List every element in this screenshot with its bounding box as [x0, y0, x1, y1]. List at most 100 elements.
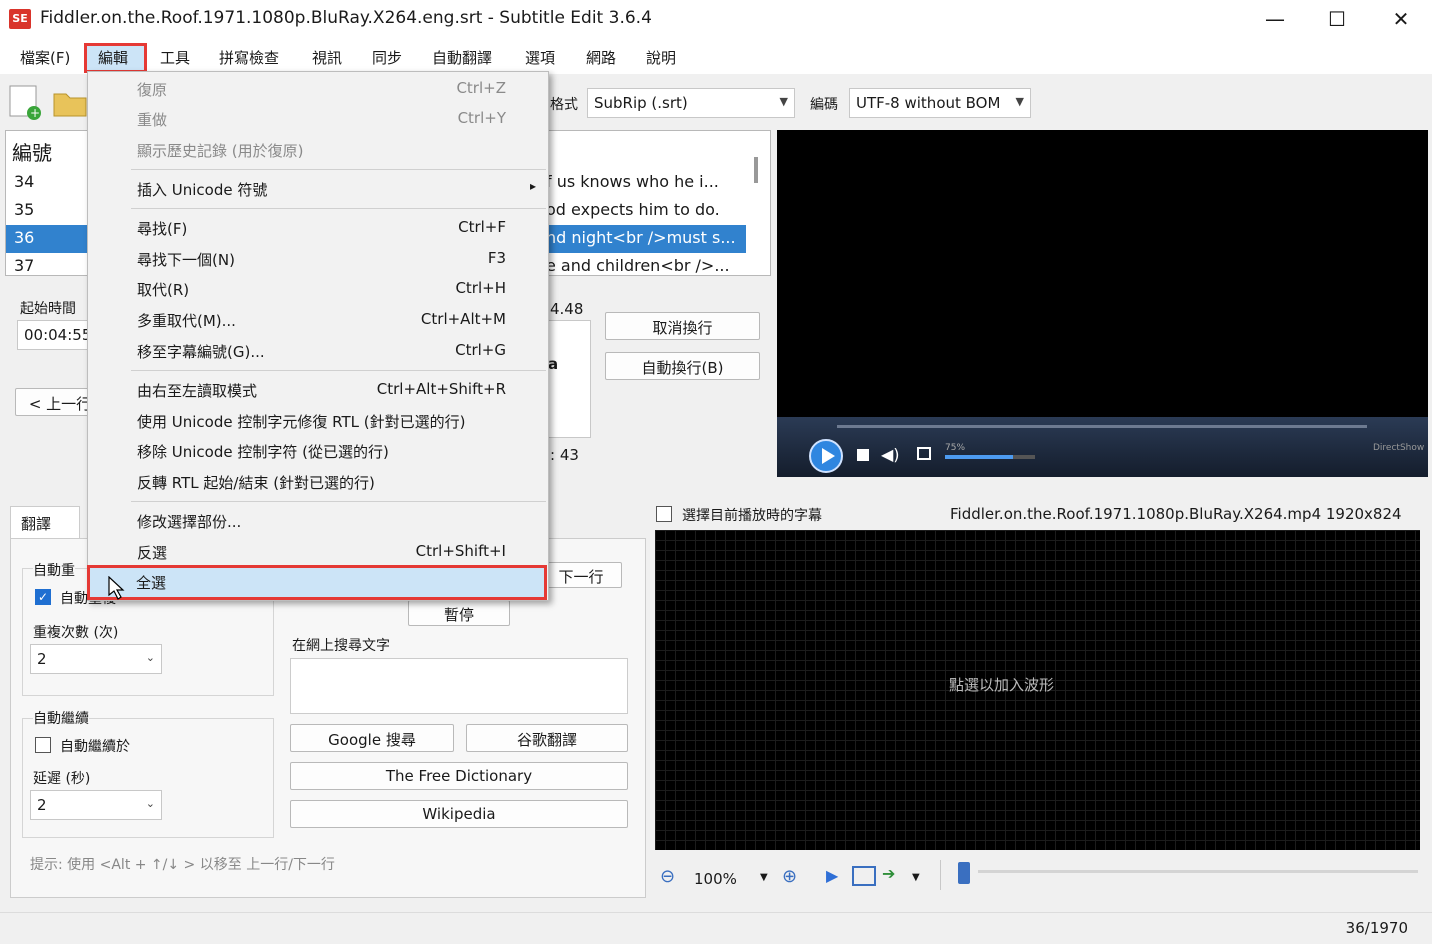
menu-video[interactable]: 視訊 [312, 47, 342, 68]
select-current-checkbox[interactable] [656, 506, 672, 522]
menu-help[interactable]: 說明 [646, 47, 676, 68]
renderer-label: DirectShow [1373, 443, 1425, 453]
status-position: 36/1970 [1345, 919, 1408, 937]
new-file-icon[interactable]: + [6, 82, 42, 120]
divider [940, 860, 941, 890]
menu-reverse-rtl[interactable]: 反轉 RTL 起始/結束 (針對已選的行) [88, 467, 548, 497]
format-label: 格式 [550, 97, 578, 113]
wikipedia-button[interactable]: Wikipedia [290, 800, 628, 828]
tab-translate[interactable]: 翻譯 [10, 506, 80, 538]
encoding-select[interactable]: UTF-8 without BOM ▼ [849, 88, 1031, 118]
menu-find-next[interactable]: 尋找下一個(N) F3 [88, 244, 548, 274]
auto-continue-label: 自動繼續 [33, 708, 89, 728]
auto-repeat-checkbox[interactable]: ✓ [35, 589, 51, 605]
menu-network[interactable]: 網路 [586, 47, 616, 68]
chevron-down-icon[interactable]: ▼ [912, 872, 920, 883]
fullscreen-icon[interactable] [917, 447, 931, 460]
menu-modify-selection[interactable]: 修改選擇部份... [88, 506, 548, 536]
menu-spellcheck[interactable]: 拼寫檢查 [219, 47, 279, 68]
status-bar: 36/1970 [0, 912, 1432, 944]
chevron-right-icon: ▸ [529, 179, 536, 193]
video-info: Fiddler.on.the.Roof.1971.1080p.BluRay.X2… [950, 505, 1402, 523]
split-icon[interactable] [852, 866, 876, 886]
duration-value: 4.48 [550, 300, 584, 318]
menu-remove-unicode-control[interactable]: 移除 Unicode 控制字符 (從已選的行) [88, 436, 548, 466]
menu-show-history[interactable]: 顯示歷史記錄 (用於復原) [88, 135, 548, 165]
menu-insert-unicode[interactable]: 插入 Unicode 符號 ▸ [88, 174, 548, 204]
menu-fix-rtl[interactable]: 使用 Unicode 控制字元修復 RTL (針對已選的行) [88, 406, 548, 436]
start-time-label: 起始時間 [20, 301, 76, 317]
scrollbar-thumb[interactable] [754, 157, 758, 183]
menu-redo[interactable]: 重做 Ctrl+Y [88, 104, 548, 134]
menu-find[interactable]: 尋找(F) Ctrl+F [88, 213, 548, 243]
svg-text:+: + [30, 106, 40, 120]
menu-rtl-mode[interactable]: 由右至左讀取模式 Ctrl+Alt+Shift+R [88, 375, 548, 405]
menu-auto-translate[interactable]: 自動翻譯 [432, 47, 492, 68]
menu-undo[interactable]: 復原 Ctrl+Z [88, 74, 548, 104]
window-title: Fiddler.on.the.Roof.1971.1080p.BluRay.X2… [40, 8, 652, 28]
next-line-button[interactable]: 下一行 [540, 562, 622, 588]
play-button[interactable] [809, 439, 843, 473]
open-folder-icon[interactable] [52, 82, 88, 120]
zoom-value[interactable]: 100% [694, 870, 737, 888]
minimize-button[interactable]: — [1244, 0, 1306, 40]
pause-button[interactable]: 暫停 [408, 600, 510, 626]
menu-separator [131, 501, 546, 502]
menu-separator [131, 370, 546, 371]
menu-replace[interactable]: 取代(R) Ctrl+H [88, 274, 548, 304]
menu-goto-number[interactable]: 移至字幕編號(G)... Ctrl+G [88, 336, 548, 366]
encoding-label: 編碼 [810, 97, 838, 113]
volume-icon[interactable]: ◀) [881, 445, 900, 464]
zoom-in-icon[interactable]: ⊕ [782, 866, 797, 887]
search-web-input[interactable] [290, 658, 628, 714]
waveform-placeholder: 點選以加入波形 [949, 676, 1055, 694]
repeat-count-select[interactable]: 2 ⌄ [30, 644, 162, 674]
free-dictionary-button[interactable]: The Free Dictionary [290, 762, 628, 790]
volume-slider[interactable] [945, 455, 1035, 459]
chevron-down-icon: ⌄ [145, 651, 155, 664]
menu-file[interactable]: 檔案(F) [20, 47, 70, 68]
position-slider-track[interactable] [978, 870, 1418, 873]
waveform[interactable]: 點選以加入波形 [655, 530, 1420, 850]
char-count: : 43 [550, 446, 579, 464]
subtitle-text-input[interactable]: a [543, 320, 591, 438]
column-header-number[interactable]: 編號 [12, 137, 52, 166]
menu-separator [131, 208, 546, 209]
stop-icon[interactable] [857, 449, 869, 461]
repeat-count-label: 重複次數 (次) [33, 625, 119, 641]
google-translate-button[interactable]: 谷歌翻譯 [466, 724, 628, 752]
zoom-out-icon[interactable]: ⊖ [660, 866, 675, 887]
menu-sync[interactable]: 同步 [372, 47, 402, 68]
auto-continue-check-label: 自動繼續於 [60, 739, 130, 755]
select-current-label: 選擇目前播放時的字幕 [682, 508, 822, 524]
position-slider-handle[interactable] [958, 862, 970, 884]
edit-menu-dropdown: 復原 Ctrl+Z 重做 Ctrl+Y 顯示歷史記錄 (用於復原) 插入 Unico… [87, 71, 549, 601]
maximize-button[interactable]: ☐ [1306, 0, 1368, 40]
play-next-icon[interactable]: ▶ [826, 866, 838, 885]
menu-edit[interactable]: 編輯 [98, 47, 128, 68]
chevron-down-icon: ▼ [779, 95, 788, 108]
chevron-down-icon: ▼ [1015, 95, 1024, 108]
chevron-down-icon[interactable]: ▼ [760, 872, 768, 883]
app-icon: SE [9, 9, 31, 29]
auto-break-button[interactable]: 自動換行(B) [605, 352, 760, 380]
menu-options[interactable]: 選項 [525, 47, 555, 68]
auto-continue-checkbox[interactable] [35, 737, 51, 753]
menu-items: 檔案(F) 編輯 工具 拼寫檢查 視訊 同步 自動翻譯 選項 網路 說明 [0, 40, 1432, 74]
unbreak-button[interactable]: 取消換行 [605, 312, 760, 340]
hint-text: 提示: 使用 <Alt + ↑/↓ > 以移至 上一行/下一行 [30, 857, 335, 873]
menu-multiple-replace[interactable]: 多重取代(M)... Ctrl+Alt+M [88, 305, 548, 335]
video-seek-bar[interactable] [837, 425, 1367, 428]
close-button[interactable]: ✕ [1370, 0, 1432, 40]
auto-repeat-label: 自動重 [33, 560, 75, 580]
forward-icon[interactable]: ➔ [882, 864, 895, 883]
menu-separator [131, 169, 546, 170]
delay-label: 延遲 (秒) [33, 771, 91, 787]
menu-tools[interactable]: 工具 [160, 47, 190, 68]
delay-select[interactable]: 2 ⌄ [30, 790, 162, 820]
menu-select-all[interactable]: 全選 [87, 565, 547, 600]
menu-invert-selection[interactable]: 反選 Ctrl+Shift+I [88, 537, 548, 567]
format-select[interactable]: SubRip (.srt) ▼ [587, 88, 795, 118]
search-web-label: 在網上搜尋文字 [292, 638, 390, 654]
google-search-button[interactable]: Google 搜尋 [290, 724, 454, 752]
